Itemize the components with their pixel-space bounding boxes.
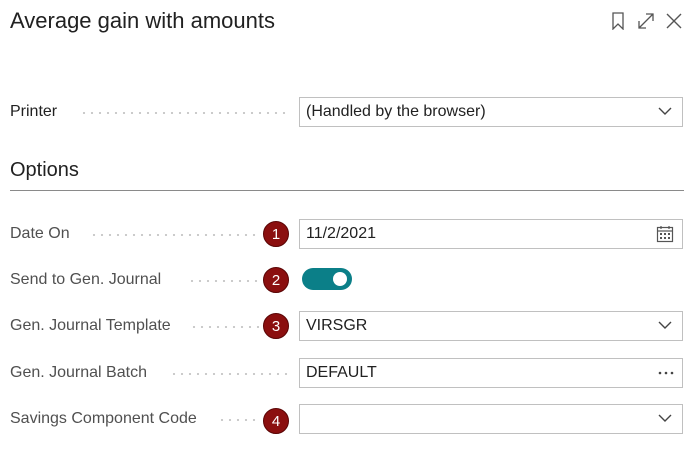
- gen-journal-batch-input[interactable]: DEFAULT: [299, 358, 683, 388]
- close-icon[interactable]: [660, 8, 688, 34]
- gen-journal-batch-value: DEFAULT: [306, 364, 377, 381]
- window-controls: [604, 8, 688, 34]
- date-on-input[interactable]: 11/2/2021: [299, 219, 683, 249]
- callout-badge: 4: [263, 408, 289, 434]
- gen-journal-batch-label: Gen. Journal Batch: [10, 364, 147, 381]
- date-on-row: Date On 1 11/2/2021: [10, 219, 684, 249]
- leader-dots: [170, 373, 290, 375]
- callout-badge: 3: [263, 313, 289, 339]
- chevron-down-icon: [658, 107, 672, 115]
- chevron-down-icon: [658, 321, 672, 329]
- gen-journal-template-label: Gen. Journal Template: [10, 317, 171, 334]
- expand-icon[interactable]: [632, 8, 660, 34]
- gen-journal-template-row: Gen. Journal Template 3 VIRSGR: [10, 311, 684, 341]
- gen-journal-template-value: VIRSGR: [306, 317, 368, 334]
- send-to-gen-journal-label: Send to Gen. Journal: [10, 271, 162, 288]
- savings-component-code-row: Savings Component Code 4: [10, 404, 684, 434]
- leader-dots: [190, 326, 262, 328]
- toggle-knob: [333, 272, 347, 286]
- date-on-label: Date On: [10, 225, 70, 242]
- dialog-title: Average gain with amounts: [10, 8, 275, 33]
- leader-dots: [188, 280, 260, 282]
- savings-component-code-label: Savings Component Code: [10, 410, 197, 427]
- printer-value: (Handled by the browser): [306, 103, 486, 120]
- gen-journal-template-select[interactable]: VIRSGR: [299, 311, 683, 341]
- send-to-gen-journal-toggle[interactable]: [302, 268, 352, 290]
- more-options-icon[interactable]: [658, 359, 674, 387]
- section-divider: [10, 190, 684, 191]
- printer-label: Printer: [10, 103, 58, 120]
- callout-badge: 1: [263, 221, 289, 247]
- chevron-down-icon: [658, 414, 672, 422]
- leader-dots: [90, 234, 260, 236]
- calendar-icon[interactable]: [656, 220, 674, 248]
- bookmark-icon[interactable]: [604, 8, 632, 34]
- date-on-value: 11/2/2021: [306, 225, 376, 242]
- savings-component-code-select[interactable]: [299, 404, 683, 434]
- gen-journal-batch-row: Gen. Journal Batch DEFAULT: [10, 358, 684, 388]
- send-to-gen-journal-row: Send to Gen. Journal 2: [10, 265, 684, 295]
- printer-select[interactable]: (Handled by the browser): [299, 97, 683, 127]
- leader-dots: [80, 112, 290, 114]
- callout-badge: 2: [263, 267, 289, 293]
- section-heading: Options: [10, 159, 79, 181]
- printer-row: Printer (Handled by the browser): [10, 97, 684, 127]
- leader-dots: [218, 419, 260, 421]
